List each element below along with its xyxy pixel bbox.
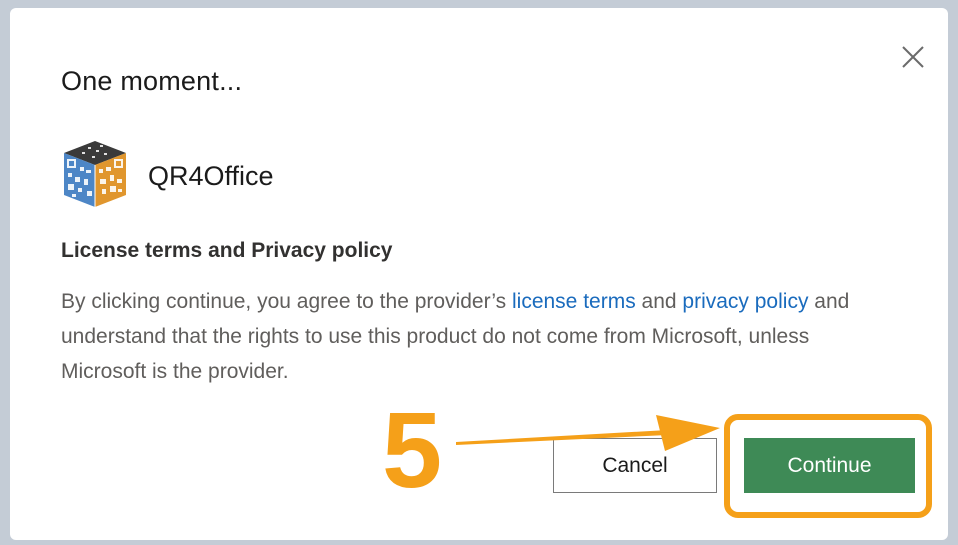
consent-text-start: By clicking continue, you agree to the p…	[61, 290, 512, 313]
license-terms-link[interactable]: license terms	[512, 290, 636, 313]
consent-text: By clicking continue, you agree to the p…	[61, 284, 891, 389]
app-name: QR4Office	[148, 161, 274, 191]
arrow-right-icon	[456, 415, 720, 451]
dialog-title: One moment...	[61, 66, 243, 96]
section-heading: License terms and Privacy policy	[61, 239, 393, 262]
consent-text-middle: and	[635, 290, 683, 313]
close-button[interactable]	[900, 44, 926, 70]
qr-code-cube-logo	[60, 139, 130, 209]
continue-highlight-box	[724, 414, 932, 518]
close-icon	[902, 46, 924, 68]
step-number-annotation: 5	[382, 389, 443, 510]
privacy-policy-link[interactable]: privacy policy	[682, 290, 808, 313]
